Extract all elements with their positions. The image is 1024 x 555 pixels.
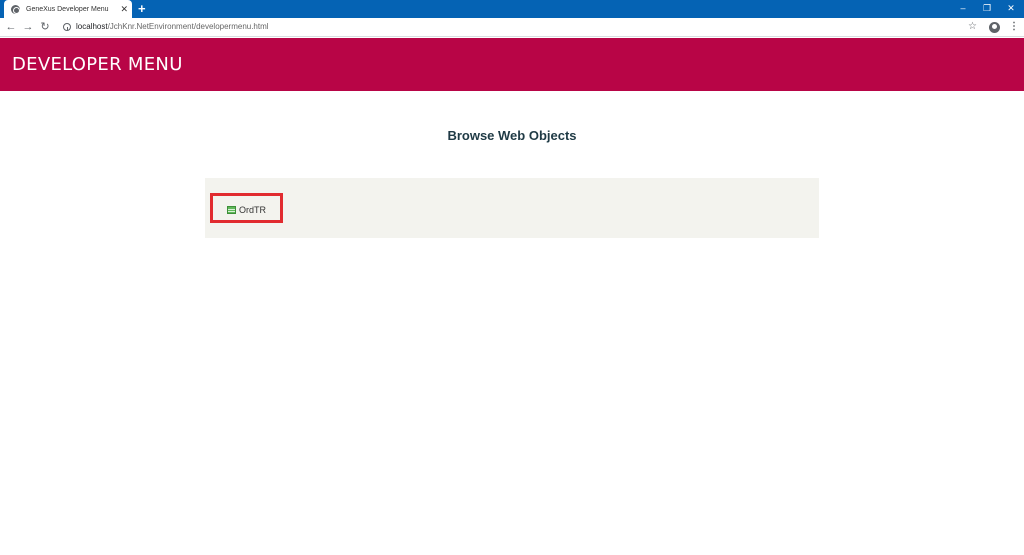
page-title: DEVELOPER MENU: [12, 54, 183, 75]
header-banner: DEVELOPER MENU: [0, 38, 1024, 91]
browser-tab[interactable]: GeneXus Developer Menu ✕: [4, 0, 132, 18]
new-tab-button[interactable]: +: [138, 1, 146, 17]
globe-icon: [11, 4, 20, 14]
forward-arrow-icon[interactable]: →: [22, 21, 34, 34]
minimize-icon[interactable]: –: [956, 2, 970, 14]
profile-avatar-icon[interactable]: [989, 22, 1000, 33]
browser-toolbar: ← → ↻ localhost/JchKnr.NetEnvironment/de…: [0, 18, 1024, 37]
tab-close-icon[interactable]: ✕: [120, 3, 128, 15]
url-path: /JchKnr.NetEnvironment/developermenu.htm…: [107, 22, 269, 31]
restore-icon[interactable]: ❐: [980, 2, 994, 14]
web-objects-panel: OrdTR: [205, 178, 819, 238]
back-arrow-icon[interactable]: ←: [5, 21, 17, 34]
info-icon[interactable]: [63, 23, 71, 31]
url-host: localhost: [76, 22, 108, 31]
reload-icon[interactable]: ↻: [39, 21, 51, 34]
object-label[interactable]: OrdTR: [239, 204, 266, 216]
object-link-ordtr[interactable]: OrdTR: [210, 193, 283, 223]
transaction-icon: [227, 206, 236, 214]
bookmark-star-icon[interactable]: ☆: [968, 21, 977, 33]
section-title: Browse Web Objects: [447, 128, 577, 143]
url-text[interactable]: localhost/JchKnr.NetEnvironment/develope…: [76, 21, 269, 33]
window-close-icon[interactable]: ✕: [1004, 2, 1018, 14]
address-bar[interactable]: localhost/JchKnr.NetEnvironment/develope…: [58, 20, 988, 35]
more-menu-icon[interactable]: ⋮: [1009, 21, 1019, 33]
tab-title: GeneXus Developer Menu: [26, 5, 109, 13]
browser-titlebar: GeneXus Developer Menu ✕ + – ❐ ✕: [0, 0, 1024, 18]
